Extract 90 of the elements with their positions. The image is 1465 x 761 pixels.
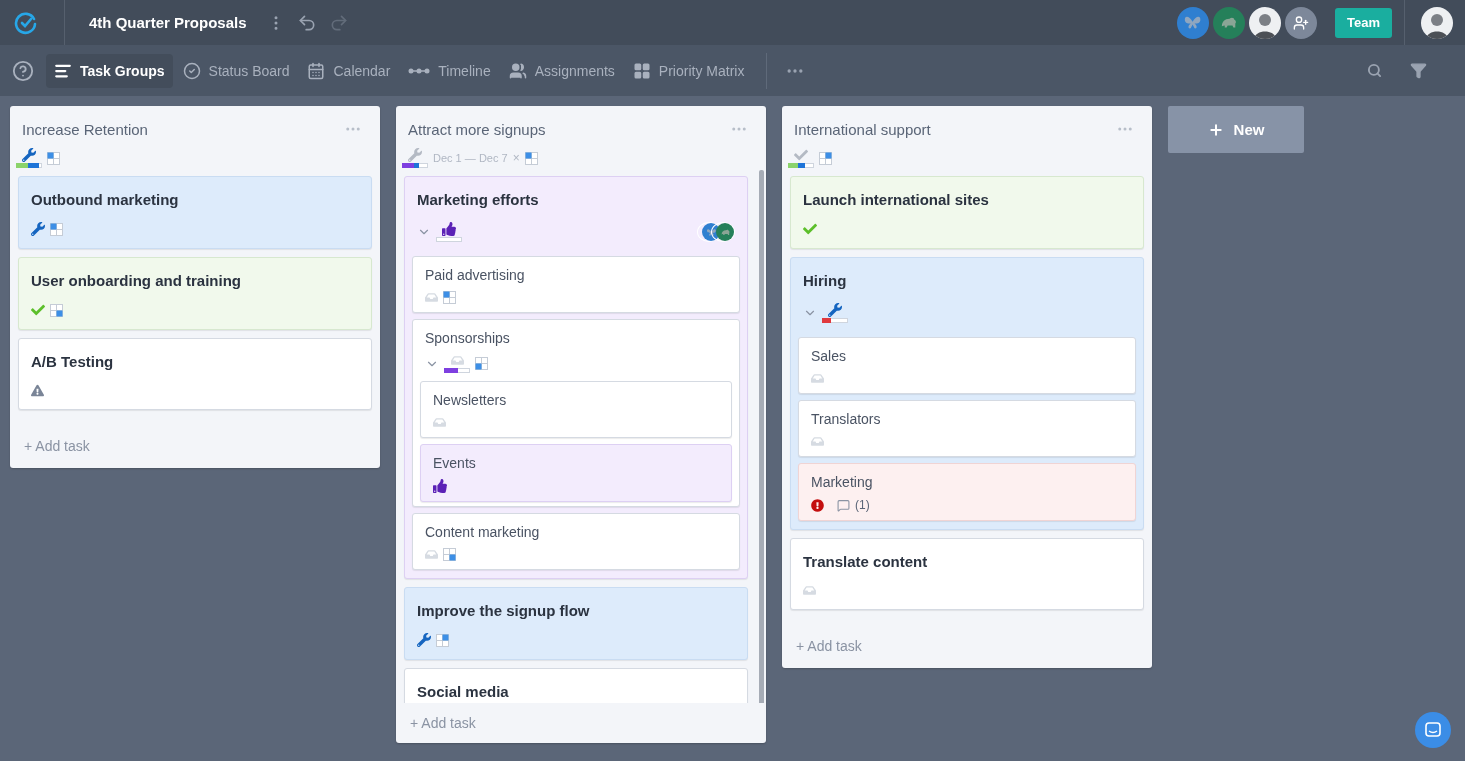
task-title: Content marketing <box>425 524 541 540</box>
task-card[interactable]: Social media <box>404 668 748 703</box>
view-tab[interactable]: Status Board <box>174 53 298 88</box>
task-title: User onboarding and training <box>31 272 242 289</box>
thumbs-up-icon <box>433 479 447 493</box>
priority-matrix-icon <box>443 548 456 561</box>
column-title: Increase Retention <box>22 120 148 138</box>
add-user-icon[interactable] <box>1293 14 1309 31</box>
butterfly-avatar <box>702 223 720 241</box>
plus-icon <box>1207 121 1224 138</box>
task-card[interactable]: Improve the signup flow <box>404 587 748 660</box>
check-icon <box>803 222 817 236</box>
calendar-icon <box>307 61 326 80</box>
task-title: Outbound marketing <box>31 191 180 208</box>
bear-avatar <box>1213 6 1245 39</box>
priority-matrix-icon <box>50 303 63 317</box>
project-title: 4th Quarter Proposals <box>89 14 247 31</box>
task-title: Marketing <box>811 474 874 490</box>
inbox-icon <box>803 584 816 597</box>
task-title: Hiring <box>803 272 848 289</box>
task-title: A/B Testing <box>31 353 115 370</box>
timeline-icon <box>408 66 431 75</box>
priority-matrix-icon <box>475 357 488 370</box>
task-title: Marketing efforts <box>417 191 540 208</box>
task-title: Improve the signup flow <box>417 602 591 619</box>
subtask-card[interactable]: Translators <box>798 400 1136 457</box>
task-title: Translators <box>811 411 882 427</box>
view-tab[interactable]: Task Groups <box>46 53 173 88</box>
subtask-card[interactable]: Sponsorships Newsletters Events <box>412 319 740 507</box>
butterfly-avatar <box>1177 6 1209 39</box>
comment-icon <box>837 498 850 512</box>
task-title: Translate content <box>803 553 929 570</box>
task-card[interactable]: Translate content <box>790 538 1144 610</box>
task-title: Paid advertising <box>425 267 526 283</box>
task-card[interactable]: Marketing efforts Paid advertising Sponsorships Newsletters Events Content marketing <box>404 176 748 579</box>
wrench-icon <box>828 303 842 317</box>
people-icon <box>508 61 527 80</box>
logo-icon[interactable] <box>14 10 38 35</box>
priority-matrix-icon <box>819 151 832 165</box>
priority-matrix-icon <box>436 633 449 647</box>
priority-matrix-icon <box>443 291 456 304</box>
chat-icon <box>1425 722 1441 738</box>
task-title: Sales <box>811 348 848 364</box>
column-title: Attract more signups <box>408 120 546 138</box>
priority-matrix-icon <box>50 222 63 236</box>
task-card[interactable]: Outbound marketing <box>18 176 372 249</box>
subtask-card[interactable]: Sales <box>798 337 1136 394</box>
wrench-icon <box>417 633 431 647</box>
check-circle-icon <box>182 61 201 80</box>
alert-icon <box>811 498 824 512</box>
undo-icon[interactable] <box>296 12 317 33</box>
comment-count: (1) <box>855 498 870 512</box>
check-icon <box>31 303 45 317</box>
inbox-icon <box>450 354 464 367</box>
priority-matrix-icon <box>47 151 60 165</box>
scrollbar[interactable] <box>759 170 764 703</box>
column-title: International support <box>794 120 931 138</box>
inbox-icon <box>425 291 438 304</box>
task-card[interactable]: Launch international sites <box>790 176 1144 249</box>
view-tab[interactable]: Calendar <box>299 53 399 88</box>
task-card[interactable]: A/B Testing <box>18 338 372 410</box>
task-title: Events <box>433 455 477 471</box>
wrench-icon <box>31 222 45 236</box>
warning-icon <box>31 384 44 397</box>
subtask-card[interactable]: Newsletters <box>420 381 732 438</box>
task-card[interactable]: User onboarding and training <box>18 257 372 330</box>
inbox-icon <box>433 416 446 429</box>
user-avatar[interactable] <box>1421 6 1453 39</box>
inbox-icon <box>425 548 438 561</box>
priority-matrix-icon <box>524 151 538 165</box>
task-title: Newsletters <box>433 392 508 408</box>
task-title: Social media <box>417 683 510 700</box>
search-icon[interactable] <box>1367 63 1382 78</box>
task-card[interactable]: Hiring Sales Translators Marketing (1) <box>790 257 1144 530</box>
subtask-card[interactable]: Content marketing <box>412 513 740 570</box>
inbox-icon <box>811 372 824 385</box>
task-title: Sponsorships <box>425 330 511 346</box>
bear-avatar <box>716 223 734 241</box>
subtask-card[interactable]: Paid advertising <box>412 256 740 313</box>
chat-button[interactable] <box>1415 712 1451 748</box>
grid-icon <box>632 61 651 80</box>
inbox-icon <box>811 435 824 448</box>
user-avatar[interactable] <box>1249 6 1281 39</box>
filter-icon[interactable] <box>1410 62 1427 79</box>
help-icon[interactable] <box>12 59 34 82</box>
subtask-card[interactable]: Events <box>420 444 732 502</box>
task-title: Launch international sites <box>803 191 990 208</box>
thumbs-up-icon <box>442 222 456 236</box>
view-tab[interactable]: Priority Matrix <box>624 53 753 88</box>
subtask-card[interactable]: Marketing (1) <box>798 463 1136 521</box>
